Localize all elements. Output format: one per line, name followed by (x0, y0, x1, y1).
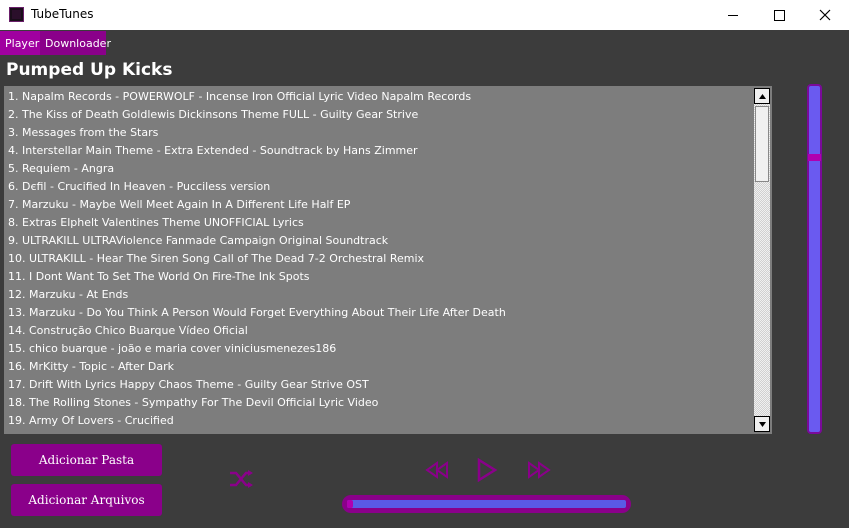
arrow-down-icon (758, 421, 766, 427)
maximize-icon (773, 9, 785, 21)
playlist-item[interactable]: 12. Marzuku - At Ends (8, 286, 128, 304)
playlist-item[interactable]: 17. Drift With Lyrics Happy Chaos Theme … (8, 376, 369, 394)
window-title: TubeTunes (31, 7, 94, 21)
playlist-item[interactable]: 9. ULTRAKILL ULTRAViolence Fanmade Campa… (8, 232, 388, 250)
playlist-item[interactable]: 15. chico buarque - joão e maria cover v… (8, 340, 336, 358)
playlist-item[interactable]: 3. Messages from the Stars (8, 124, 158, 142)
playlist-item[interactable]: 11. I Dont Want To Set The World On Fire… (8, 268, 310, 286)
volume-handle[interactable] (808, 154, 821, 161)
progress-track[interactable] (347, 500, 626, 508)
minimize-button[interactable] (710, 0, 756, 30)
playlist-item[interactable]: 8. Extras Elphelt Valentines Theme UNOFF… (8, 214, 304, 232)
arrow-up-icon (758, 93, 766, 99)
playlist-item[interactable]: 14. Construção Chico Buarque Vídeo Ofici… (8, 322, 248, 340)
playlist-item[interactable]: 13. Marzuku - Do You Think A Person Woul… (8, 304, 506, 322)
close-icon (819, 9, 831, 21)
close-button[interactable] (802, 0, 848, 30)
play-icon[interactable] (476, 458, 498, 482)
playlist-item[interactable]: 19. Army Of Lovers - Crucified (8, 412, 174, 430)
volume-slider[interactable] (807, 84, 822, 434)
next-icon[interactable] (527, 461, 551, 479)
title-bar: TubeTunes (0, 0, 849, 30)
add-folder-button[interactable]: Adicionar Pasta (11, 444, 162, 476)
progress-fill (347, 500, 353, 508)
playlist-item[interactable]: 7. Marzuku - Maybe Well Meet Again In A … (8, 196, 350, 214)
playlist-item[interactable]: 6. Dєfil - Crucified In Heaven - Puccile… (8, 178, 270, 196)
shuffle-icon[interactable] (228, 468, 254, 490)
playlist-scrollbar[interactable] (754, 88, 770, 432)
maximize-button[interactable] (756, 0, 802, 30)
playlist-item[interactable]: 2. The Kiss of Death Goldlewis Dickinson… (8, 106, 418, 124)
now-playing-title: Pumped Up Kicks (6, 60, 173, 80)
playlist-item[interactable]: 4. Interstellar Main Theme - Extra Exten… (8, 142, 418, 160)
add-files-button[interactable]: Adicionar Arquivos (11, 484, 162, 516)
app-icon (9, 7, 24, 22)
scrollbar-thumb[interactable] (755, 106, 769, 182)
tab-player[interactable]: Player (0, 31, 40, 55)
playback-progress[interactable] (342, 495, 631, 513)
playlist-item[interactable]: 1. Napalm Records - POWERWOLF - Incense … (8, 88, 471, 106)
playlist[interactable]: 1. Napalm Records - POWERWOLF - Incense … (4, 86, 772, 434)
playlist-item[interactable]: 16. MrKitty - Topic - After Dark (8, 358, 174, 376)
playlist-item[interactable]: 5. Requiem - Angra (8, 160, 114, 178)
scroll-up-button[interactable] (754, 88, 770, 104)
tab-downloader[interactable]: Downloader (40, 31, 111, 55)
scroll-down-button[interactable] (754, 416, 770, 432)
playlist-item[interactable]: 10. ULTRAKILL - Hear The Siren Song Call… (8, 250, 424, 268)
minimize-icon (728, 14, 738, 16)
previous-icon[interactable] (425, 461, 449, 479)
playlist-item[interactable]: 18. The Rolling Stones - Sympathy For Th… (8, 394, 378, 412)
